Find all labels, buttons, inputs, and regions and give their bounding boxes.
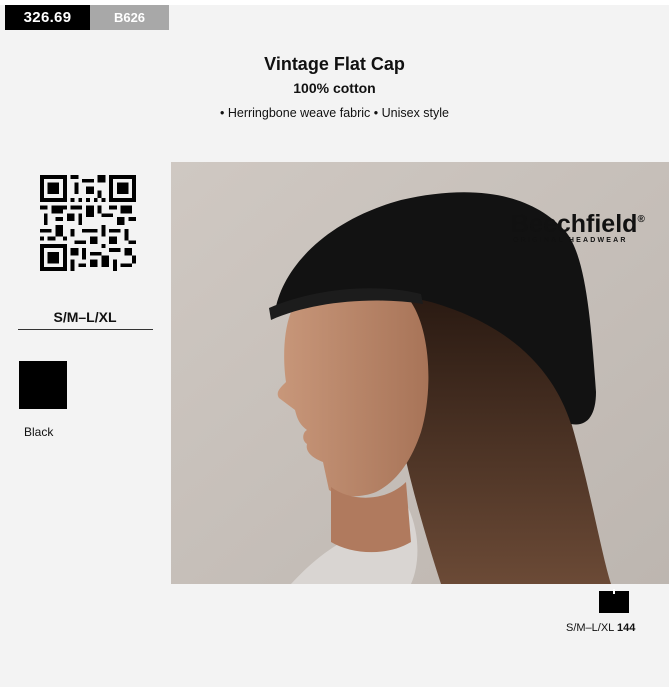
carton-icon [599, 589, 629, 613]
product-material: 100% cotton [293, 80, 376, 96]
size-range: S/M–L/XL [53, 309, 117, 325]
product-sku: B626 [90, 5, 169, 30]
color-swatch-black[interactable] [19, 361, 67, 409]
product-photo: Beechfield® ORIGINAL HEADWEAR [171, 162, 669, 584]
product-features: • Herringbone weave fabric • Unisex styl… [220, 106, 449, 120]
brand-logo: Beechfield® [511, 210, 645, 238]
size-divider [18, 329, 153, 330]
product-code-bar: 326.69 B626 [5, 5, 169, 30]
qr-code-icon[interactable] [40, 175, 136, 271]
brand-tagline: ORIGINAL HEADWEAR [513, 237, 628, 244]
product-title: Vintage Flat Cap [264, 54, 405, 74]
product-number: 326.69 [5, 5, 90, 30]
packaging-info: S/M–L/XL 144 [566, 622, 636, 634]
color-swatch-label: Black [24, 425, 54, 439]
